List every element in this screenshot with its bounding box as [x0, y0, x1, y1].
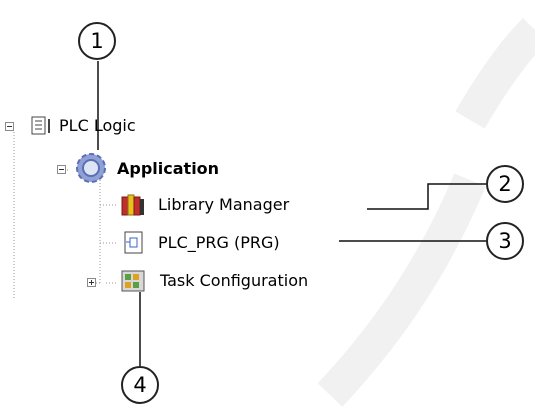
callout-2: 2	[486, 165, 524, 203]
watermark	[317, 17, 535, 407]
tree-item-application[interactable]: Application	[117, 159, 219, 179]
library-books-icon	[120, 193, 146, 217]
callout-4: 4	[121, 366, 159, 404]
tree-item-library-manager[interactable]: Library Manager	[158, 195, 289, 215]
tree-item-plc-prg[interactable]: PLC_PRG (PRG)	[158, 233, 280, 253]
callout-leaders	[97, 61, 486, 366]
task-configuration-icon	[120, 269, 148, 295]
application-gear-icon	[74, 152, 108, 184]
application-collapse-toggle[interactable]	[57, 165, 66, 174]
task-config-expand-toggle[interactable]	[87, 278, 96, 287]
root-collapse-toggle[interactable]	[5, 122, 14, 131]
tree-item-task-configuration[interactable]: Task Configuration	[160, 271, 308, 291]
plc-logic-icon	[30, 116, 54, 136]
program-pou-icon	[122, 231, 146, 255]
callout-1: 1	[78, 22, 116, 60]
tree-item-plc-logic[interactable]: PLC Logic	[59, 116, 136, 136]
callout-3: 3	[486, 222, 524, 260]
